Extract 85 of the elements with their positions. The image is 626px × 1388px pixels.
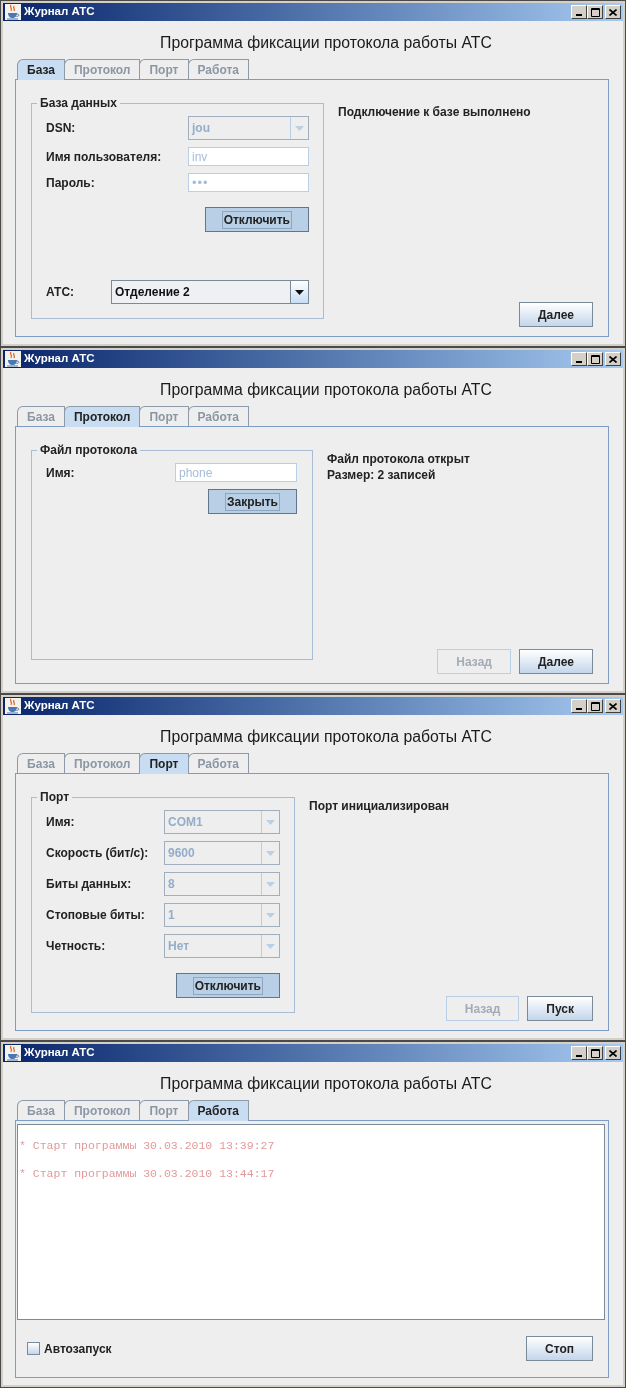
tab[interactable]: База bbox=[17, 406, 65, 426]
group-title: Файл протокола bbox=[39, 443, 139, 457]
tab[interactable]: Протокол bbox=[63, 59, 141, 79]
field-label: Стоповые биты: bbox=[46, 907, 146, 924]
caret-down-icon bbox=[266, 850, 275, 856]
tab[interactable]: Протокол bbox=[63, 753, 141, 773]
action-button[interactable]: Закрыть bbox=[207, 489, 297, 514]
field-label: Биты данных: bbox=[46, 876, 133, 893]
dropdown[interactable]: Отделение 2 bbox=[111, 280, 309, 304]
checkbox[interactable] bbox=[27, 1342, 40, 1355]
maximize-button[interactable] bbox=[587, 699, 603, 713]
window-title: Журнал АТС bbox=[24, 6, 95, 18]
tab[interactable]: Порт bbox=[139, 59, 189, 79]
maximize-icon bbox=[590, 1048, 600, 1058]
dialog-button[interactable]: Стоп bbox=[526, 1336, 593, 1361]
tab[interactable]: Протокол bbox=[63, 1100, 141, 1120]
field-label: Скорость (бит/с): bbox=[46, 845, 150, 862]
tab[interactable]: Работа bbox=[187, 59, 249, 79]
caret-down-icon bbox=[295, 289, 304, 295]
caret-down-icon bbox=[266, 943, 275, 949]
close-icon bbox=[609, 1049, 617, 1057]
field-label: Пароль: bbox=[46, 174, 96, 192]
close-icon bbox=[609, 8, 617, 16]
action-button[interactable]: Отключить bbox=[175, 973, 280, 998]
field-label: Четность: bbox=[46, 938, 107, 955]
tab[interactable]: База bbox=[17, 1100, 65, 1120]
minimize-button[interactable] bbox=[571, 1046, 587, 1060]
tab[interactable]: Порт bbox=[139, 406, 189, 426]
close-icon bbox=[609, 702, 617, 710]
minimize-button[interactable] bbox=[571, 352, 587, 366]
tab[interactable]: Порт bbox=[139, 753, 189, 774]
app-heading: Программа фиксации протокола работы АТС bbox=[160, 1075, 492, 1093]
log-area[interactable]: * Старт программы 30.03.2010 13:39:27 * Старт программы 30.03.2010 13:44:17 bbox=[17, 1124, 605, 1320]
maximize-icon bbox=[590, 701, 600, 711]
field-label: DSN: bbox=[46, 120, 77, 137]
caret-down-icon bbox=[295, 125, 304, 131]
tab[interactable]: База bbox=[17, 753, 65, 773]
log-line: * Старт программы 30.03.2010 13:39:27 bbox=[19, 1139, 275, 1153]
minimize-icon bbox=[576, 708, 582, 710]
group-title: Порт bbox=[39, 790, 70, 804]
field-label: Имя пользователя: bbox=[46, 148, 163, 166]
caret-down-icon bbox=[266, 819, 275, 825]
status-text: Порт инициализирован bbox=[309, 798, 450, 814]
tab[interactable]: Протокол bbox=[63, 406, 141, 427]
tab[interactable]: Работа bbox=[187, 753, 249, 773]
dialog-button[interactable]: Далее bbox=[518, 649, 593, 674]
app-heading: Программа фиксации протокола работы АТС bbox=[160, 728, 492, 746]
close-button[interactable] bbox=[605, 699, 621, 713]
dialog-button[interactable]: Далее bbox=[518, 302, 593, 327]
minimize-icon bbox=[576, 14, 582, 16]
status-text: Файл протокола открыт bbox=[327, 451, 471, 467]
tab[interactable]: Работа bbox=[187, 1100, 249, 1121]
window-title: Журнал АТС bbox=[24, 1047, 95, 1059]
window-title: Журнал АТС bbox=[24, 700, 95, 712]
caret-down-icon bbox=[266, 881, 275, 887]
caret-down-icon bbox=[266, 912, 275, 918]
maximize-icon bbox=[590, 354, 600, 364]
close-icon bbox=[609, 355, 617, 363]
maximize-button[interactable] bbox=[587, 5, 603, 19]
minimize-icon bbox=[576, 361, 582, 363]
action-button[interactable]: Отключить bbox=[204, 207, 309, 232]
field-label: АТС: bbox=[46, 284, 76, 301]
tab[interactable]: База bbox=[17, 59, 65, 80]
log-line: * Старт программы 30.03.2010 13:44:17 bbox=[19, 1167, 275, 1181]
minimize-button[interactable] bbox=[571, 699, 587, 713]
maximize-button[interactable] bbox=[587, 352, 603, 366]
group-title: База данных bbox=[39, 96, 118, 110]
field-label: Имя: bbox=[46, 464, 76, 482]
status-text: Подключение к базе выполнено bbox=[338, 104, 532, 120]
close-button[interactable] bbox=[605, 1046, 621, 1060]
close-button[interactable] bbox=[605, 5, 621, 19]
checkbox-label[interactable]: Автозапуск bbox=[44, 1339, 112, 1358]
minimize-button[interactable] bbox=[571, 5, 587, 19]
maximize-icon bbox=[590, 7, 600, 17]
window-title: Журнал АТС bbox=[24, 353, 95, 365]
close-button[interactable] bbox=[605, 352, 621, 366]
dialog-button[interactable]: Пуск bbox=[527, 996, 593, 1021]
tab[interactable]: Работа bbox=[187, 406, 249, 426]
app-heading: Программа фиксации протокола работы АТС bbox=[160, 381, 492, 399]
maximize-button[interactable] bbox=[587, 1046, 603, 1060]
app-heading: Программа фиксации протокола работы АТС bbox=[160, 34, 492, 52]
minimize-icon bbox=[576, 1055, 582, 1057]
status-text: Размер: 2 записей bbox=[327, 467, 437, 483]
field-label: Имя: bbox=[46, 814, 76, 831]
tab[interactable]: Порт bbox=[139, 1100, 189, 1120]
